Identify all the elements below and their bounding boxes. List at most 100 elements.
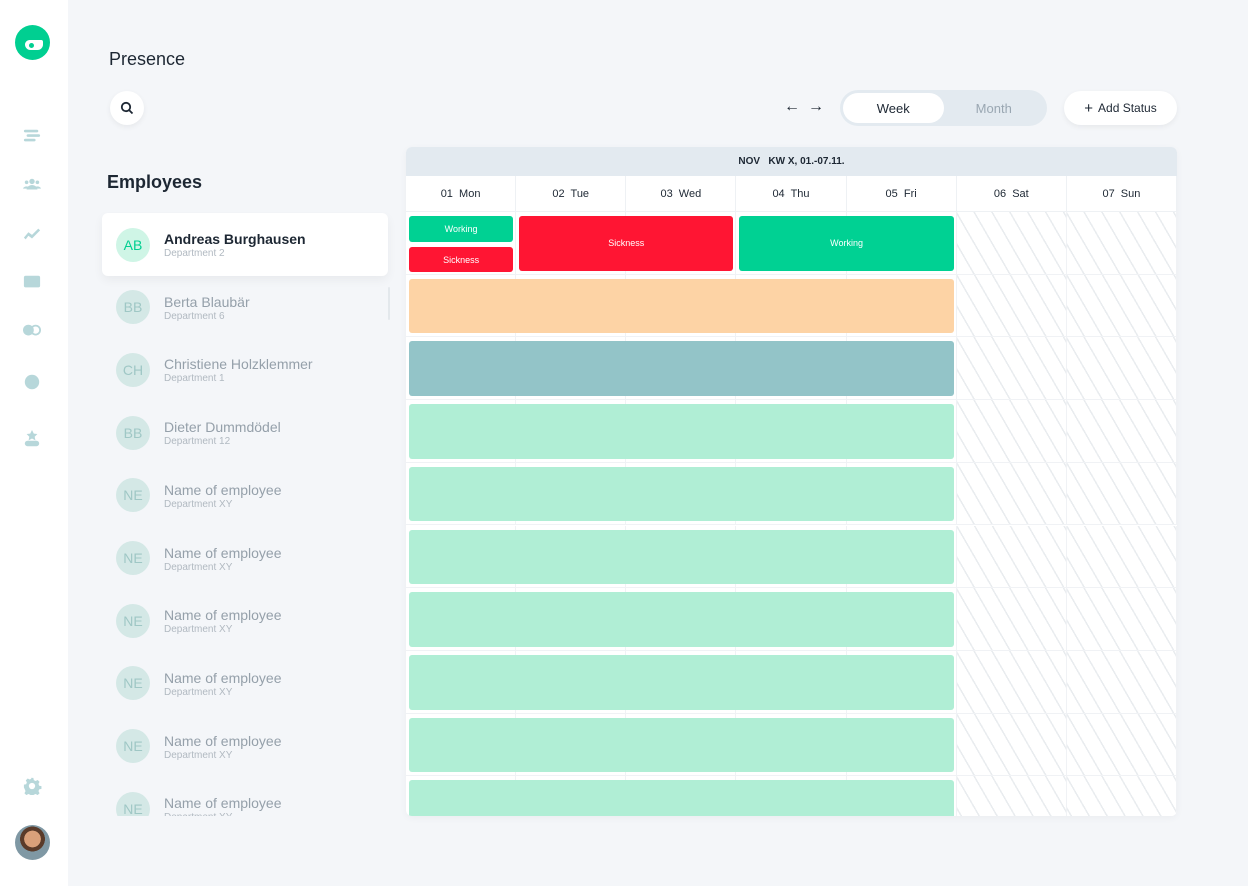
day-header: 01 Mon: [406, 176, 517, 211]
employee-item[interactable]: NE Name of employeeDepartment XY: [102, 527, 388, 590]
status-block[interactable]: [409, 717, 954, 773]
employee-item[interactable]: BB Berta Blaubär Department 6: [102, 276, 388, 339]
employee-name: Dieter Dummdödel: [164, 419, 281, 436]
menu-icon[interactable]: [22, 127, 42, 145]
status-block[interactable]: [409, 341, 954, 397]
page-title: Presence: [109, 49, 186, 69]
employee-department: Department 12: [164, 436, 231, 448]
weekend-cell[interactable]: [956, 462, 1067, 526]
employee-avatar: NE: [116, 603, 150, 638]
weekend-cell[interactable]: [956, 650, 1067, 714]
employee-list: AB Andreas Burghausen Department 2 BB Berta …: [0, 212, 400, 816]
day-header: 02 Tue: [516, 176, 627, 211]
scrollbar[interactable]: [388, 287, 390, 320]
status-block[interactable]: Working: [409, 216, 514, 242]
employee-department: Department XY: [164, 561, 233, 573]
status-block[interactable]: [409, 278, 954, 334]
status-block[interactable]: [409, 404, 954, 459]
weekend-cell[interactable]: [956, 776, 1067, 816]
status-block[interactable]: [409, 592, 954, 647]
employee-item[interactable]: NE Name of employeeDepartment XY: [102, 464, 388, 527]
team-icon[interactable]: [22, 176, 42, 194]
search-icon: [120, 101, 134, 115]
employee-department: Department XY: [164, 498, 233, 510]
prev-week-button[interactable]: ←: [784, 98, 800, 116]
plus-icon: +: [1084, 99, 1094, 117]
employee-avatar: BB: [116, 290, 150, 325]
employee-name: Berta Blaubär: [164, 293, 250, 310]
employee-name: Name of employee: [164, 607, 282, 624]
status-block[interactable]: [409, 780, 954, 816]
logo[interactable]: [15, 25, 50, 60]
employee-item[interactable]: NE Name of employeeDepartment XY: [102, 777, 388, 816]
employee-avatar: NE: [116, 791, 150, 816]
weekend-cell[interactable]: [1066, 212, 1177, 275]
employee-name: Name of employee: [164, 669, 282, 686]
day-header: 03 Wed: [626, 176, 737, 211]
weekend-cell[interactable]: [956, 337, 1067, 401]
employee-name: Name of employee: [164, 795, 282, 812]
weekend-cell[interactable]: [956, 400, 1067, 463]
status-block[interactable]: Sickness: [519, 216, 734, 271]
weekend-cell[interactable]: [1066, 776, 1177, 816]
employee-name: Name of employee: [164, 481, 282, 498]
day-header: 06 Sat: [957, 176, 1067, 211]
view-toggle: Week Month: [840, 90, 1047, 126]
avatar[interactable]: [15, 825, 50, 860]
add-status-button[interactable]: + Add Status: [1064, 91, 1177, 125]
weekend-cell[interactable]: [956, 713, 1067, 777]
calendar-header: NOV KW X, 01.-07.11.: [406, 147, 1177, 176]
status-block[interactable]: [409, 466, 954, 522]
weekend-cell[interactable]: [956, 212, 1067, 275]
employee-item[interactable]: NE Name of employeeDepartment XY: [102, 715, 388, 778]
add-status-label: Add Status: [1098, 101, 1157, 115]
employee-avatar: NE: [116, 478, 150, 513]
employee-avatar: AB: [116, 227, 150, 262]
weekend-cell[interactable]: [1066, 588, 1177, 651]
weekend-cell[interactable]: [956, 274, 1067, 338]
weekend-cell[interactable]: [1066, 337, 1177, 401]
weekend-cell[interactable]: [1066, 400, 1177, 463]
weekend-cell[interactable]: [1066, 274, 1177, 338]
employee-avatar: CH: [116, 352, 150, 387]
employee-avatar: NE: [116, 666, 150, 701]
employee-item[interactable]: BB Dieter Dummdödel Department 12: [102, 401, 388, 464]
employee-item[interactable]: AB Andreas Burghausen Department 2: [102, 213, 388, 276]
employee-department: Department 1: [164, 373, 225, 385]
employee-name: Name of employee: [164, 732, 282, 749]
employee-department: Department XY: [164, 812, 232, 816]
day-header: 05 Fri: [847, 176, 957, 211]
status-block[interactable]: [409, 529, 954, 585]
status-block[interactable]: [409, 654, 954, 710]
employee-avatar: NE: [116, 541, 150, 575]
weekend-cell[interactable]: [1066, 713, 1177, 777]
employee-name: Name of employee: [164, 544, 282, 561]
employee-avatar: NE: [116, 729, 150, 764]
employee-name: Andreas Burghausen: [164, 231, 306, 247]
next-week-button[interactable]: →: [808, 98, 824, 116]
weekend-cell[interactable]: [1066, 462, 1177, 526]
day-header: 07 Sun: [1067, 176, 1177, 211]
day-header: 04 Thu: [736, 176, 847, 211]
employee-department: Department XY: [164, 686, 233, 698]
tab-month[interactable]: Month: [944, 93, 1045, 123]
search-button[interactable]: [110, 91, 144, 125]
employees-title: Employees: [107, 172, 203, 192]
weekend-cell[interactable]: [956, 588, 1067, 651]
employee-department: Department 2: [164, 248, 225, 259]
employee-department: Department 6: [164, 310, 225, 322]
employee-item[interactable]: NE Name of employeeDepartment XY: [102, 589, 388, 652]
calendar: NOV KW X, 01.-07.11. 01 Mon 02 Tue 03 Wed 0…: [406, 147, 1177, 816]
weekend-cell[interactable]: [1066, 650, 1177, 714]
employee-avatar: BB: [116, 415, 150, 450]
status-block[interactable]: Sickness: [409, 247, 514, 272]
tab-week[interactable]: Week: [843, 93, 944, 123]
employee-item[interactable]: CH Christiene Holzklemmer Department 1: [102, 338, 388, 401]
status-block[interactable]: Working: [739, 216, 954, 271]
employee-name: Christiene Holzklemmer: [164, 356, 313, 373]
weekend-cell[interactable]: [956, 525, 1067, 589]
employee-item[interactable]: NE Name of employeeDepartment XY: [102, 652, 388, 715]
employee-department: Department XY: [164, 749, 233, 761]
weekend-cell[interactable]: [1066, 525, 1177, 589]
employee-department: Department XY: [164, 624, 233, 636]
